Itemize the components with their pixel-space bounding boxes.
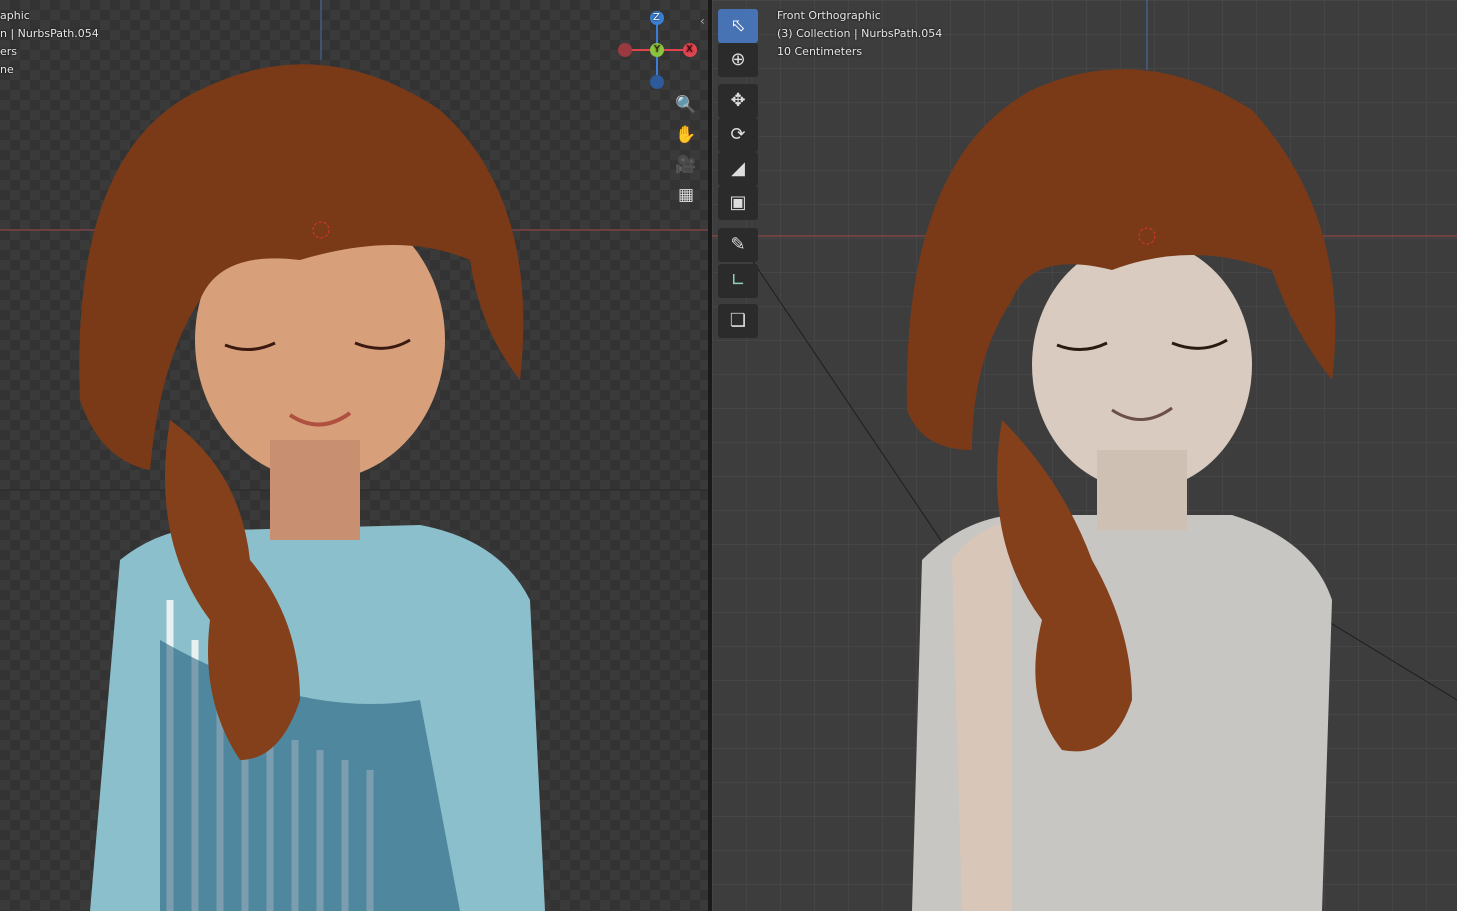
- move-icon: ✥: [730, 90, 746, 111]
- cursor-icon: ⊕: [730, 49, 746, 70]
- zoom-icon[interactable]: 🔍: [672, 91, 700, 119]
- transform-tool[interactable]: ▣: [718, 186, 758, 220]
- measure-tool[interactable]: ∟: [718, 264, 758, 298]
- move-tool[interactable]: ✥: [718, 84, 758, 118]
- hand-pan-icon[interactable]: ✋: [672, 121, 700, 149]
- navigation-gizmo[interactable]: [0, 0, 708, 100]
- collection-label: (3) Collection | NurbsPath.054: [777, 27, 943, 40]
- gizmo-y-label[interactable]: Y: [654, 41, 660, 59]
- cursor-tool[interactable]: ⊕: [718, 43, 758, 77]
- add-cube-tool[interactable]: ❏: [718, 304, 758, 338]
- camera-icon[interactable]: 🎥: [672, 151, 700, 179]
- rotate-icon: ⟳: [730, 124, 746, 145]
- rotate-tool[interactable]: ⟳: [718, 118, 758, 152]
- add-cube-icon: ❏: [729, 310, 747, 331]
- scale-icon: ◢: [731, 158, 745, 179]
- left-viewport-rendered[interactable]: aphic n | NurbsPath.054 ers ne X Y Z 🔍 ✋…: [0, 0, 708, 911]
- select-box-icon: ⬁: [730, 15, 746, 36]
- gizmo-x-label[interactable]: X: [686, 41, 693, 59]
- scale-tool[interactable]: ◢: [718, 152, 758, 186]
- rendered-character: [0, 0, 708, 911]
- collapse-arrow-icon[interactable]: ‹: [700, 14, 705, 28]
- viewport-info: Front Orthographic (3) Collection | Nurb…: [777, 7, 942, 61]
- annotate-pencil-icon: ✎: [730, 234, 746, 255]
- solid-character: [712, 0, 1457, 911]
- gizmo-z-label[interactable]: Z: [653, 9, 660, 27]
- view-name: Front Orthographic: [777, 9, 881, 22]
- select-box-tool[interactable]: ⬁: [718, 9, 758, 43]
- grid-scale-label: 10 Centimeters: [777, 45, 863, 58]
- right-viewport-solid[interactable]: Front Orthographic (3) Collection | Nurb…: [712, 0, 1457, 911]
- measure-ruler-icon: ∟: [730, 270, 746, 291]
- grid-icon[interactable]: ▦: [672, 181, 700, 209]
- annotate-tool[interactable]: ✎: [718, 228, 758, 262]
- transform-icon: ▣: [729, 192, 747, 213]
